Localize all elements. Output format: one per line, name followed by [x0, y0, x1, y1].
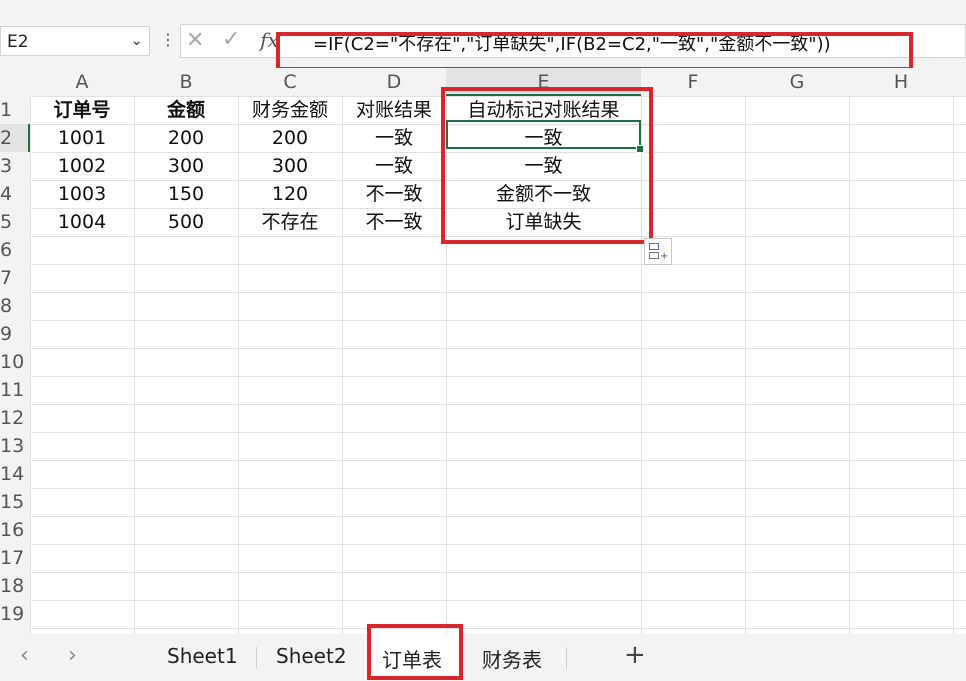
cell-d5[interactable]: 不一致 — [342, 208, 446, 236]
cell-c5[interactable]: 不存在 — [238, 208, 342, 236]
plus-icon[interactable]: + — [624, 640, 646, 670]
cell-d4[interactable]: 不一致 — [342, 180, 446, 208]
cell-b2[interactable]: 200 — [134, 124, 238, 152]
name-box-value: E2 — [7, 32, 29, 52]
grid-vertical-line — [745, 96, 746, 634]
row-header-7[interactable]: 7 — [0, 264, 30, 292]
tab-sheet2[interactable]: Sheet2 — [276, 644, 347, 668]
cell-c2[interactable]: 200 — [238, 124, 342, 152]
grid-horizontal-line — [30, 460, 966, 461]
column-header-f[interactable]: F — [641, 68, 745, 96]
auto-fill-options-icon[interactable]: + — [644, 238, 672, 265]
row-header-17[interactable]: 17 — [0, 544, 30, 572]
row-header-11[interactable]: 11 — [0, 376, 30, 404]
grid-horizontal-line — [30, 404, 966, 405]
cell-d2[interactable]: 一致 — [342, 124, 446, 152]
grid-horizontal-line — [30, 488, 966, 489]
row-header-15[interactable]: 15 — [0, 488, 30, 516]
column-header-d[interactable]: D — [342, 68, 446, 96]
column-header-h[interactable]: H — [849, 68, 953, 96]
grid-horizontal-line — [30, 292, 966, 293]
row-header-12[interactable]: 12 — [0, 404, 30, 432]
row-header-19[interactable]: 19 — [0, 600, 30, 628]
cell-a4[interactable]: 1003 — [30, 180, 134, 208]
grid-horizontal-line — [30, 348, 966, 349]
cell-d3[interactable]: 一致 — [342, 152, 446, 180]
grid-horizontal-line — [30, 264, 966, 265]
name-box[interactable]: E2 ⌄ — [0, 26, 150, 56]
column-header-a[interactable]: A — [30, 68, 134, 96]
more-vertical-icon[interactable]: ⋮ — [160, 30, 176, 49]
cell-c4[interactable]: 120 — [238, 180, 342, 208]
row-header-9[interactable]: 9 — [0, 320, 30, 348]
row-header-14[interactable]: 14 — [0, 460, 30, 488]
row-header-3[interactable]: 3 — [0, 152, 30, 180]
formula-row: E2 ⌄ ⋮ ✕ ✓ fx =IF(C2="不存在","订单缺失",IF(B2=… — [0, 14, 966, 71]
grid-horizontal-line — [30, 376, 966, 377]
row-header-18[interactable]: 18 — [0, 572, 30, 600]
row-header-8[interactable]: 8 — [0, 292, 30, 320]
cross-icon[interactable]: ✕ — [186, 28, 204, 53]
grid-horizontal-line — [30, 544, 966, 545]
column-header-c[interactable]: C — [238, 68, 342, 96]
row-header-13[interactable]: 13 — [0, 432, 30, 460]
column-header-b[interactable]: B — [134, 68, 238, 96]
tab-finance-sheet[interactable]: 财务表 — [482, 644, 542, 673]
result-annotation-box — [441, 87, 653, 244]
cell-b5[interactable]: 500 — [134, 208, 238, 236]
row-header-6[interactable]: 6 — [0, 236, 30, 264]
chevron-right-icon[interactable]: › — [68, 643, 77, 668]
grid-vertical-line — [953, 96, 954, 634]
window-top-strip — [0, 0, 966, 14]
cell-a3[interactable]: 1002 — [30, 152, 134, 180]
grid-horizontal-line — [30, 432, 966, 433]
cell-b3[interactable]: 300 — [134, 152, 238, 180]
cell-c3[interactable]: 300 — [238, 152, 342, 180]
tab-annotation-box — [367, 624, 463, 680]
chevron-left-icon[interactable]: ‹ — [20, 643, 29, 668]
tab-separator — [566, 647, 567, 669]
row-header-1[interactable]: 1 — [0, 96, 30, 124]
spreadsheet-grid[interactable]: A B C D E F G H 1 2 3 4 5 6 7 8 9 10 11 … — [0, 68, 966, 634]
tab-sheet1[interactable]: Sheet1 — [167, 644, 238, 668]
cell-b4[interactable]: 150 — [134, 180, 238, 208]
selected-row-indicator — [28, 124, 30, 152]
cell-a2[interactable]: 1001 — [30, 124, 134, 152]
row-header-16[interactable]: 16 — [0, 516, 30, 544]
grid-horizontal-line — [30, 320, 966, 321]
row-header-4[interactable]: 4 — [0, 180, 30, 208]
tab-separator — [256, 647, 257, 669]
row-header-2[interactable]: 2 — [0, 124, 30, 152]
cell-d1[interactable]: 对账结果 — [342, 96, 446, 124]
grid-horizontal-line — [30, 572, 966, 573]
formula-annotation-box — [276, 32, 913, 71]
grid-horizontal-line — [30, 600, 966, 601]
cell-a1[interactable]: 订单号 — [30, 96, 134, 124]
cell-b1[interactable]: 金额 — [134, 96, 238, 124]
cell-a5[interactable]: 1004 — [30, 208, 134, 236]
column-header-g[interactable]: G — [745, 68, 849, 96]
chevron-down-icon[interactable]: ⌄ — [130, 31, 143, 49]
row-header-10[interactable]: 10 — [0, 348, 30, 376]
sheet-tab-bar: ‹ › Sheet1 Sheet2 订单表 财务表 + — [0, 624, 966, 681]
check-icon[interactable]: ✓ — [222, 27, 240, 52]
cell-c1[interactable]: 财务金额 — [238, 96, 342, 124]
grid-vertical-line — [849, 96, 850, 634]
grid-horizontal-line — [30, 628, 966, 629]
row-header-5[interactable]: 5 — [0, 208, 30, 236]
grid-horizontal-line — [30, 516, 966, 517]
